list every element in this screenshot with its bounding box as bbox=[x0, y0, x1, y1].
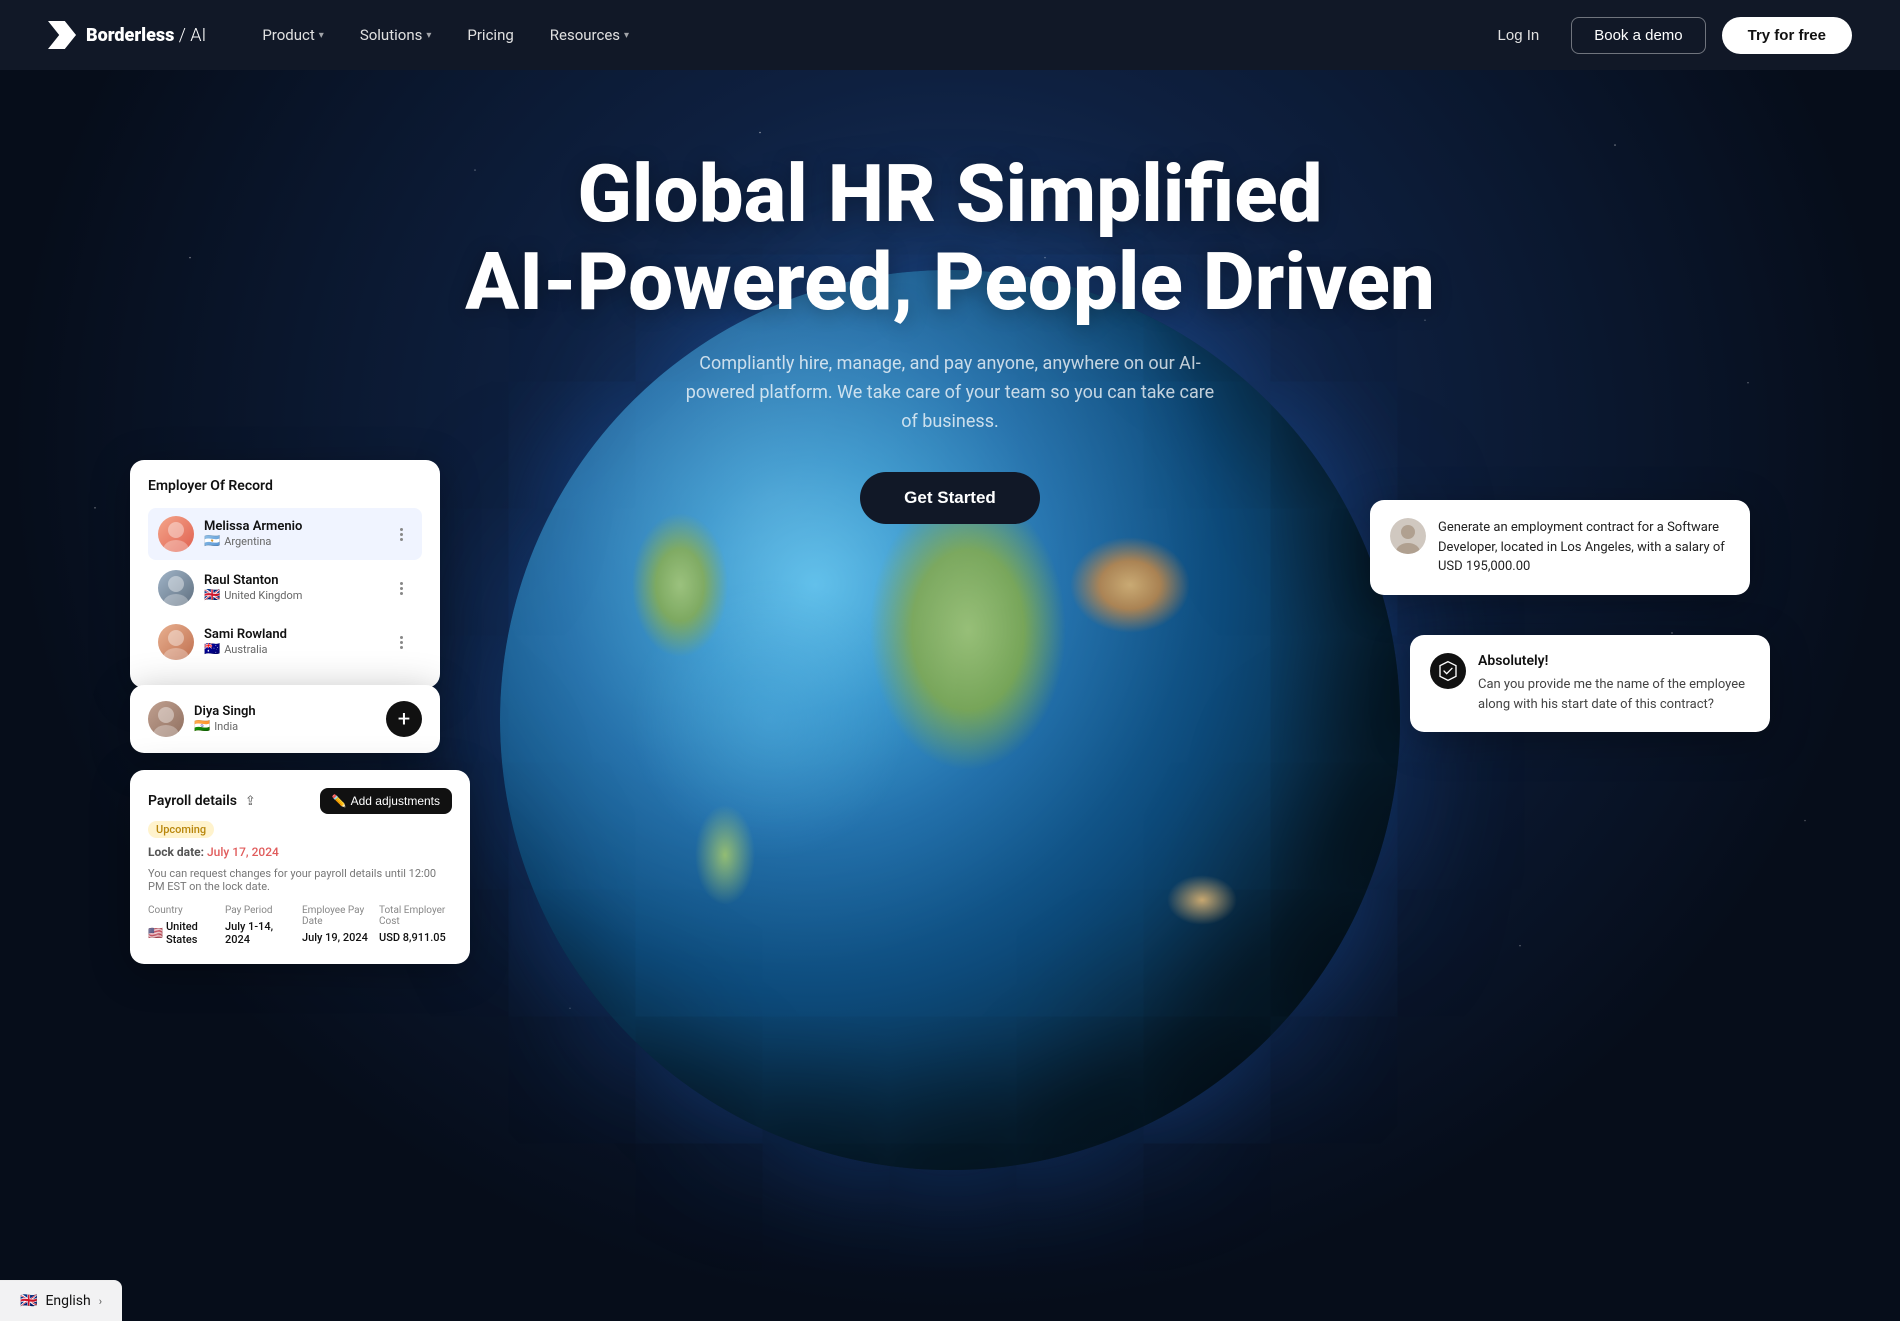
book-demo-button[interactable]: Book a demo bbox=[1571, 17, 1705, 54]
employee-item-melissa[interactable]: Melissa Armenio 🇦🇷 Argentina bbox=[148, 508, 422, 560]
ai-response-body: Can you provide me the name of the emplo… bbox=[1478, 675, 1750, 714]
employee-more-raul[interactable] bbox=[390, 577, 412, 599]
user-avatar-ai bbox=[1390, 518, 1426, 554]
employee-name-raul: Raul Stanton bbox=[204, 573, 380, 589]
nav-solutions[interactable]: Solutions ▾ bbox=[344, 18, 448, 52]
hero-subtitle: Compliantly hire, manage, and pay anyone… bbox=[680, 350, 1220, 436]
solutions-chevron-icon: ▾ bbox=[426, 30, 431, 41]
employee-country-sami: 🇦🇺 Australia bbox=[204, 642, 380, 657]
language-label: English bbox=[45, 1293, 90, 1309]
ai-response-content: Absolutely! Can you provide me the name … bbox=[1478, 653, 1750, 714]
edit-icon: ✏️ bbox=[332, 794, 347, 808]
language-selector[interactable]: 🇬🇧 English › bbox=[0, 1280, 122, 1321]
language-chevron-icon: › bbox=[99, 1295, 102, 1308]
flag-us: 🇺🇸 bbox=[148, 926, 163, 940]
hero-title: Global HR Simplified AI-Powered, People … bbox=[0, 150, 1900, 326]
flag-india: 🇮🇳 bbox=[194, 719, 210, 734]
ai-response-heading: Absolutely! bbox=[1478, 653, 1750, 669]
payroll-description: You can request changes for your payroll… bbox=[148, 867, 452, 893]
navbar-left: Borderless / AI Product ▾ Solutions ▾ Pr… bbox=[48, 18, 645, 52]
payroll-title: Payroll details bbox=[148, 793, 237, 809]
employee-info-melissa: Melissa Armenio 🇦🇷 Argentina bbox=[204, 519, 380, 550]
col-pay-period: Pay Period July 1-14, 2024 bbox=[225, 905, 298, 946]
nav-pricing[interactable]: Pricing bbox=[451, 18, 529, 52]
total-cost-value: USD 8,911.05 bbox=[379, 931, 452, 944]
avatar-diya bbox=[148, 701, 184, 737]
flag-australia: 🇦🇺 bbox=[204, 642, 220, 657]
nav-links: Product ▾ Solutions ▾ Pricing Resources … bbox=[246, 18, 645, 52]
payroll-table: Country 🇺🇸 United States Pay Period July… bbox=[148, 905, 452, 946]
nav-product[interactable]: Product ▾ bbox=[246, 18, 339, 52]
employee-info-sami: Sami Rowland 🇦🇺 Australia bbox=[204, 627, 380, 658]
get-started-button[interactable]: Get Started bbox=[860, 472, 1040, 524]
employee-info-diya: Diya Singh 🇮🇳 India bbox=[194, 704, 376, 735]
flag-uk: 🇬🇧 bbox=[204, 588, 220, 603]
col-pay-date: Employee Pay Date July 19, 2024 bbox=[302, 905, 375, 946]
employee-more-melissa[interactable] bbox=[390, 523, 412, 545]
navbar: Borderless / AI Product ▾ Solutions ▾ Pr… bbox=[0, 0, 1900, 70]
employee-country-diya: 🇮🇳 India bbox=[194, 719, 376, 734]
payroll-share-icon[interactable]: ⇪ bbox=[245, 794, 256, 809]
product-chevron-icon: ▾ bbox=[319, 30, 324, 41]
nav-resources[interactable]: Resources ▾ bbox=[534, 18, 645, 52]
employee-name-diya: Diya Singh bbox=[194, 704, 376, 720]
flag-argentina: 🇦🇷 bbox=[204, 534, 220, 549]
employee-name-sami: Sami Rowland bbox=[204, 627, 380, 643]
col-total-cost: Total Employer Cost USD 8,911.05 bbox=[379, 905, 452, 946]
ai-bot-icon bbox=[1430, 653, 1466, 689]
pay-date-value: July 19, 2024 bbox=[302, 931, 375, 944]
employee-more-sami[interactable] bbox=[390, 631, 412, 653]
employee-country-raul: 🇬🇧 United Kingdom bbox=[204, 588, 380, 603]
logo[interactable]: Borderless / AI bbox=[48, 21, 206, 49]
lock-date: July 17, 2024 bbox=[207, 845, 279, 859]
navbar-right: Log In Book a demo Try for free bbox=[1482, 17, 1852, 54]
ai-prompt-card: Generate an employment contract for a So… bbox=[1370, 500, 1750, 595]
country-value: United States bbox=[166, 920, 221, 946]
hero-section: Global HR Simplified AI-Powered, People … bbox=[0, 70, 1900, 1321]
ai-prompt-text: Generate an employment contract for a So… bbox=[1438, 518, 1730, 577]
employee-info-raul: Raul Stanton 🇬🇧 United Kingdom bbox=[204, 573, 380, 604]
payroll-card: Payroll details ⇪ ✏️ Add adjustments Upc… bbox=[130, 770, 470, 964]
login-button[interactable]: Log In bbox=[1482, 19, 1556, 52]
avatar-raul bbox=[158, 570, 194, 606]
employee-item-raul[interactable]: Raul Stanton 🇬🇧 United Kingdom bbox=[148, 562, 422, 614]
employee-item-sami[interactable]: Sami Rowland 🇦🇺 Australia bbox=[148, 616, 422, 668]
status-badge: Upcoming bbox=[148, 821, 214, 838]
logo-icon bbox=[48, 21, 76, 49]
employer-of-record-card: Employer Of Record Melissa Armenio 🇦🇷 Ar… bbox=[130, 460, 440, 688]
col-country: Country 🇺🇸 United States bbox=[148, 905, 221, 946]
add-employee-button[interactable]: + bbox=[386, 701, 422, 737]
ai-response-card: Absolutely! Can you provide me the name … bbox=[1410, 635, 1770, 732]
employee-name-melissa: Melissa Armenio bbox=[204, 519, 380, 535]
hero-content: Global HR Simplified AI-Powered, People … bbox=[0, 70, 1900, 524]
flag-uk-footer: 🇬🇧 bbox=[20, 1293, 37, 1309]
employer-card-title: Employer Of Record bbox=[148, 478, 422, 494]
avatar-melissa bbox=[158, 516, 194, 552]
payroll-lock-info: Lock date: July 17, 2024 bbox=[148, 845, 452, 859]
resources-chevron-icon: ▾ bbox=[624, 30, 629, 41]
try-free-button[interactable]: Try for free bbox=[1722, 17, 1852, 54]
avatar-sami bbox=[158, 624, 194, 660]
add-adjustments-button[interactable]: ✏️ Add adjustments bbox=[320, 788, 452, 814]
employee-country-melissa: 🇦🇷 Argentina bbox=[204, 534, 380, 549]
logo-wordmark: Borderless / AI bbox=[86, 25, 206, 46]
payroll-header: Payroll details ⇪ ✏️ Add adjustments bbox=[148, 788, 452, 814]
diya-singh-card: Diya Singh 🇮🇳 India + bbox=[130, 685, 440, 753]
pay-period-value: July 1-14, 2024 bbox=[225, 920, 298, 946]
